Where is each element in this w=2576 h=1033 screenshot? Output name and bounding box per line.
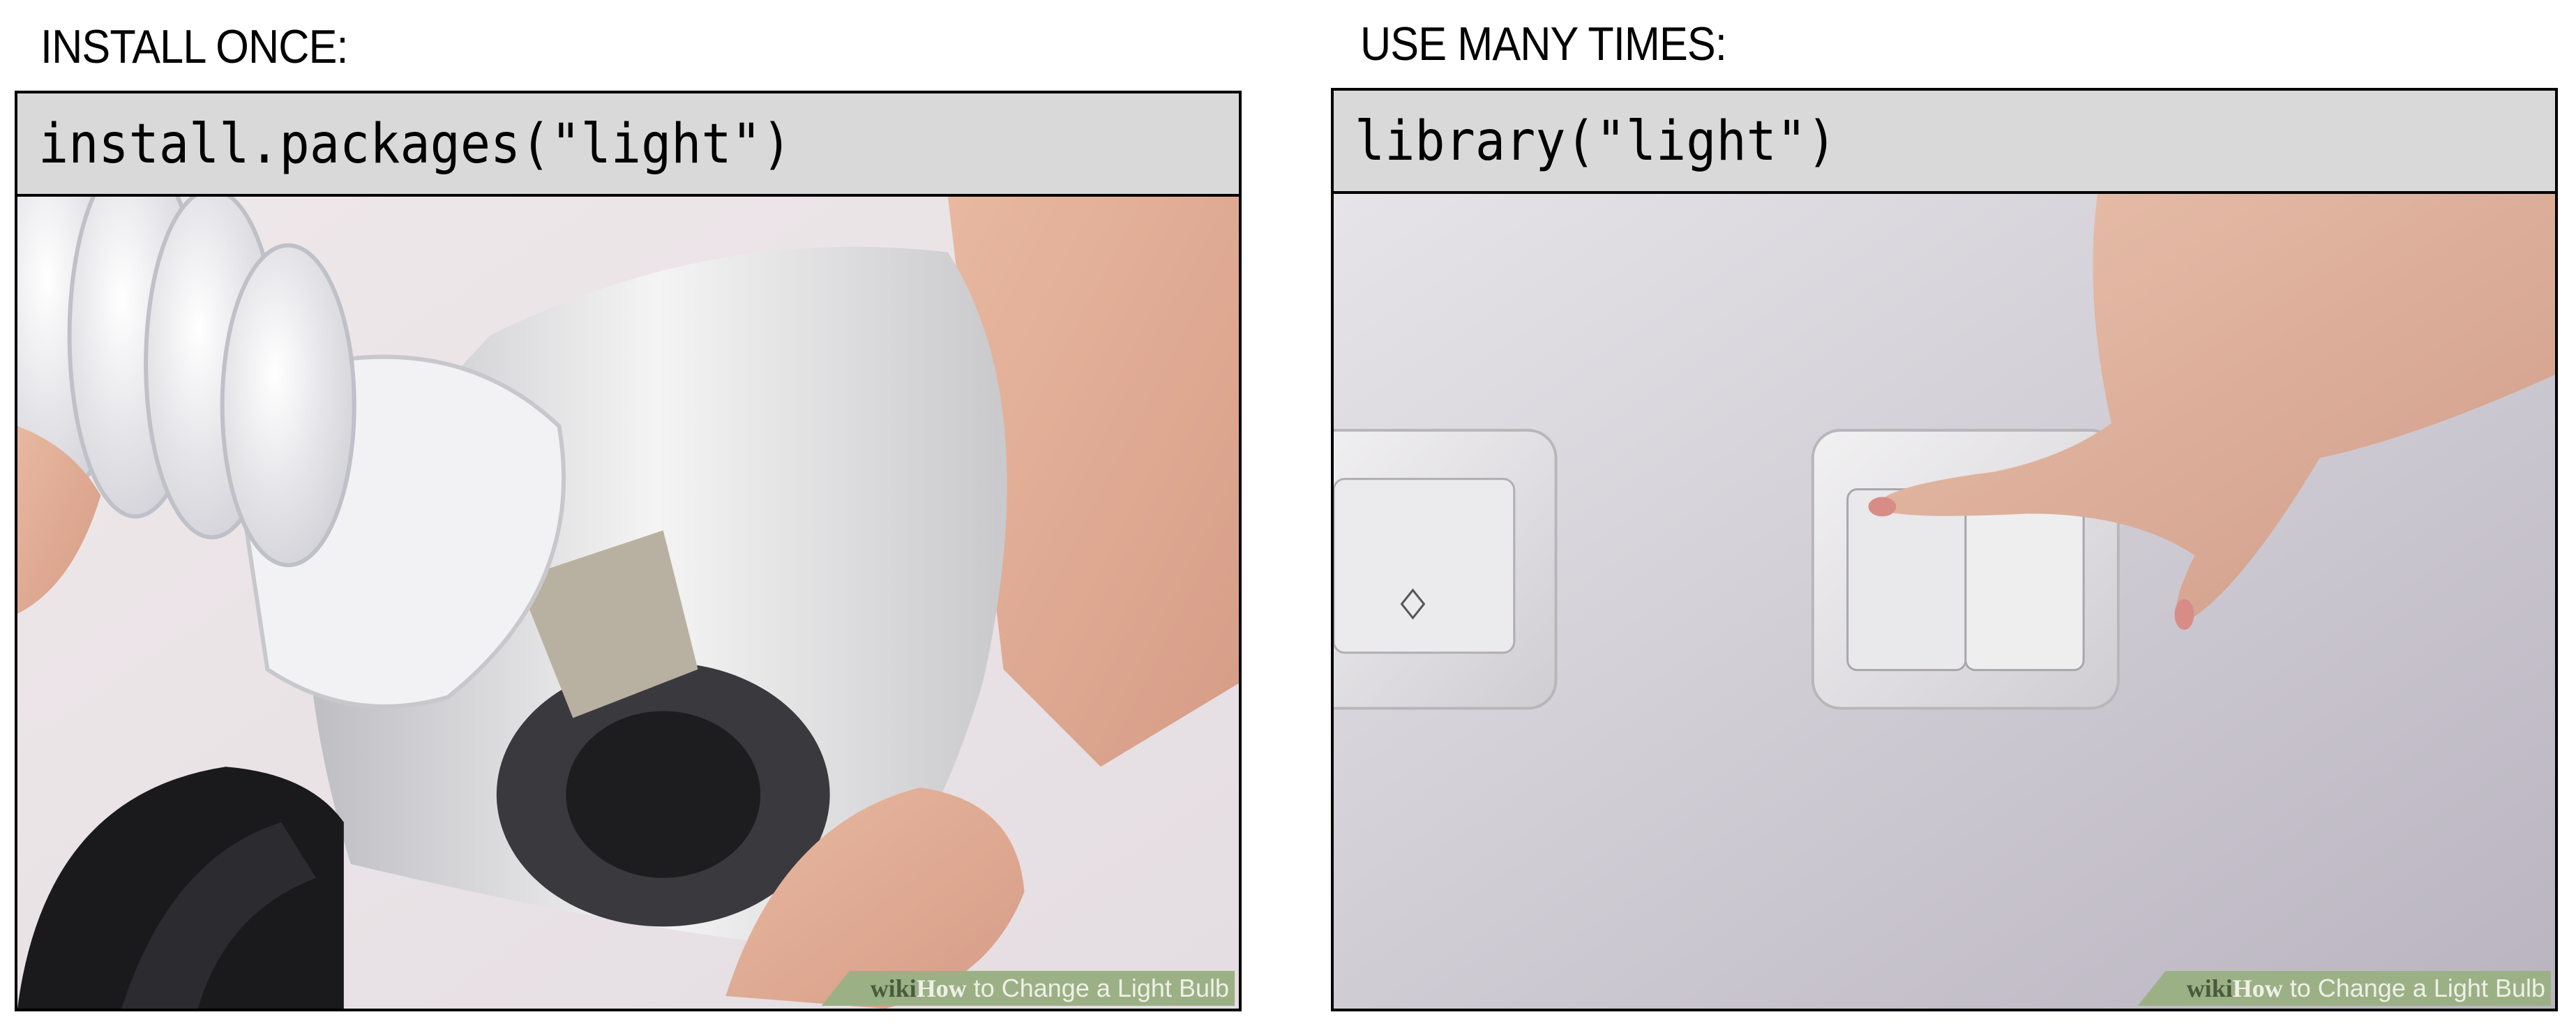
light-switch-photo: wikiHow to Change a Light Bulb xyxy=(1331,194,2558,1011)
library-code-box: library("light") xyxy=(1331,88,2558,194)
install-code-box: install.packages("light") xyxy=(15,91,1242,197)
use-many-times-heading: USE MANY TIMES: xyxy=(1360,17,1727,70)
wikihow-watermark: wikiHow to Change a Light Bulb xyxy=(2137,971,2551,1006)
install-once-heading: INSTALL ONCE: xyxy=(40,20,349,73)
install-bulb-photo: wikiHow to Change a Light Bulb xyxy=(15,197,1242,1011)
wikihow-watermark: wikiHow to Change a Light Bulb xyxy=(821,971,1235,1006)
library-code: library("light") xyxy=(1355,110,1837,173)
install-code: install.packages("light") xyxy=(38,113,792,176)
